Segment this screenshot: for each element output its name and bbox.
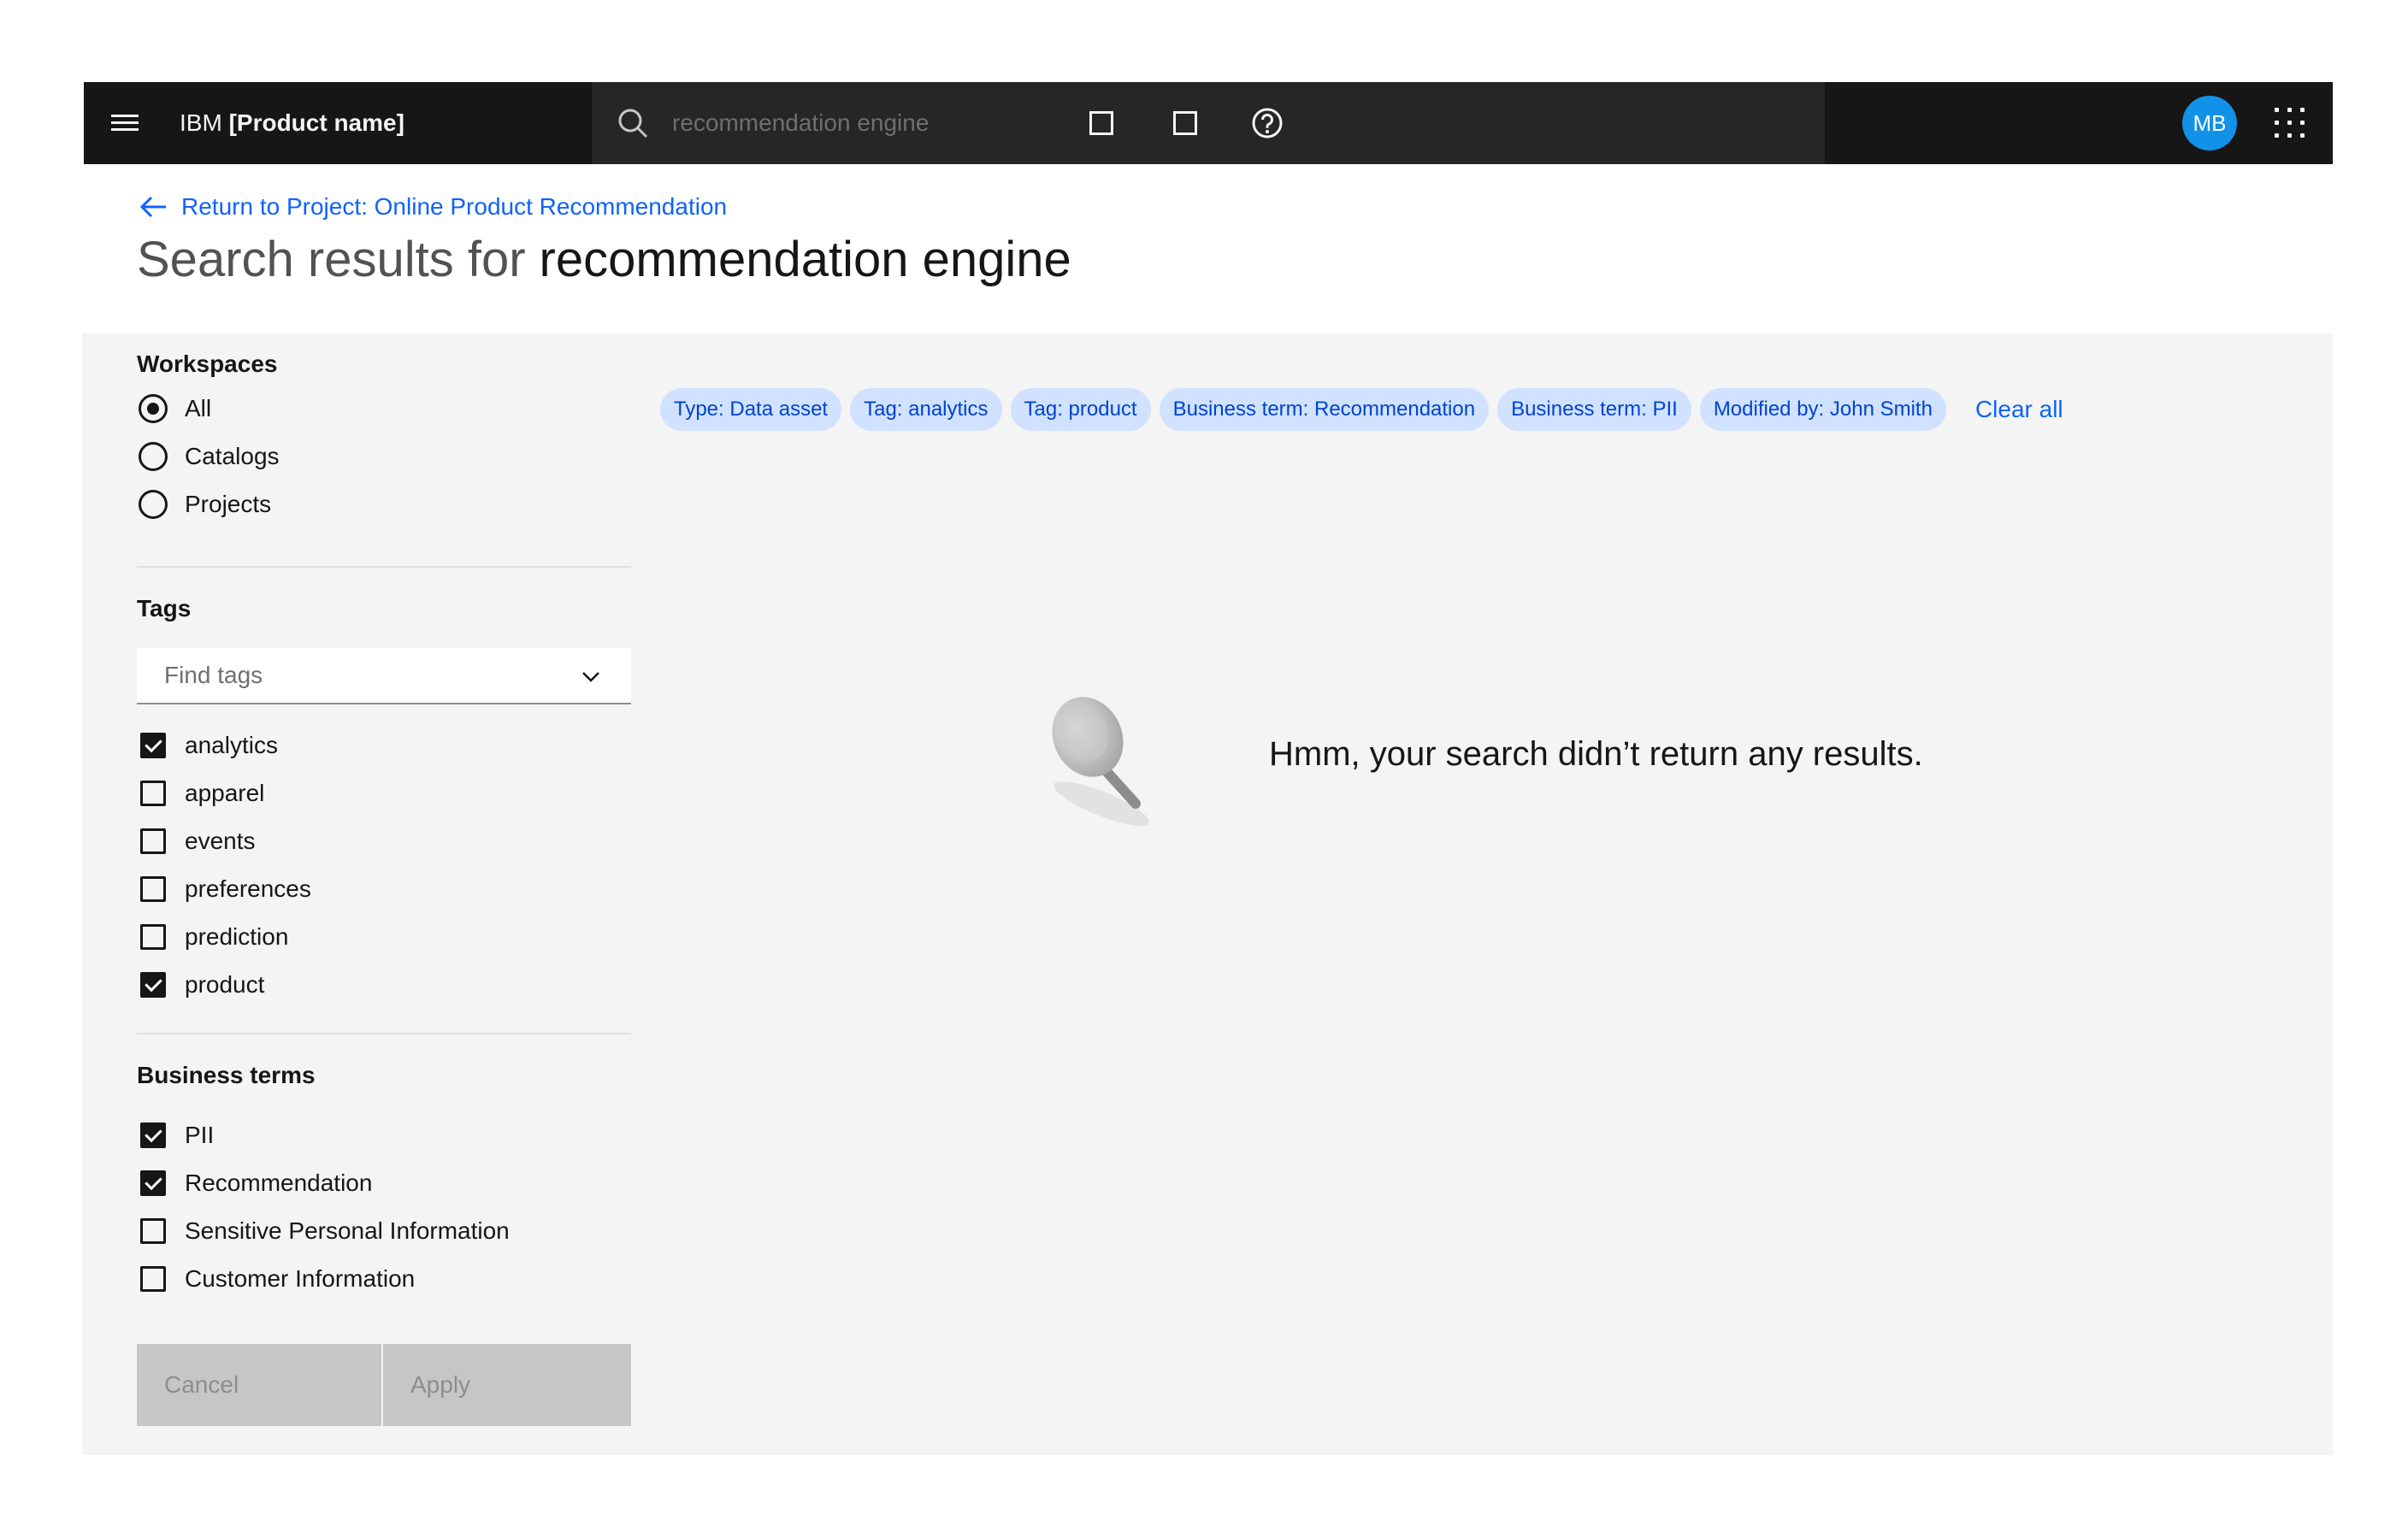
term-option-recommendation[interactable]: Recommendation: [139, 1166, 372, 1200]
active-filters: Type: Data asset Tag: analytics Tag: pro…: [660, 388, 2063, 431]
option-label: Projects: [185, 491, 272, 517]
checkbox[interactable]: [140, 1266, 166, 1292]
option-label: Sensitive Personal Information: [185, 1217, 510, 1244]
filter-chip[interactable]: Tag: product: [1010, 388, 1151, 431]
checkbox[interactable]: [140, 781, 166, 806]
empty-state-message: Hmm, your search didn’t return any resul…: [1269, 735, 1923, 773]
search-icon[interactable]: [616, 106, 650, 140]
filter-chip[interactable]: Modified by: John Smith: [1699, 388, 1946, 431]
radio-button[interactable]: [139, 490, 168, 519]
section-divider: [137, 566, 631, 568]
tag-option-apparel[interactable]: apparel: [139, 776, 264, 810]
checkbox[interactable]: [140, 828, 166, 854]
checkbox[interactable]: [140, 876, 166, 902]
square-icon: [1173, 111, 1197, 135]
radio-button[interactable]: [139, 442, 168, 471]
workspace-option-catalogs[interactable]: Catalogs: [139, 439, 280, 474]
checkbox[interactable]: [140, 1218, 166, 1244]
top-navigation-bar: IBM [Product name] recommendation engine…: [84, 82, 2333, 164]
term-option-sensitive-personal-information[interactable]: Sensitive Personal Information: [139, 1214, 510, 1248]
app-switcher-icon[interactable]: [2275, 108, 2305, 138]
user-avatar[interactable]: MB: [2182, 96, 2237, 150]
help-button[interactable]: [1247, 103, 1288, 144]
square-icon: [1089, 111, 1113, 135]
filter-chip[interactable]: Business term: Recommendation: [1159, 388, 1490, 431]
back-to-project-link[interactable]: Return to Project: Online Product Recomm…: [139, 190, 727, 224]
workspace-option-all[interactable]: All: [139, 392, 211, 426]
tag-option-events[interactable]: events: [139, 824, 256, 858]
back-link-label: Return to Project: Online Product Recomm…: [181, 193, 728, 220]
tags-heading: Tags: [137, 595, 192, 622]
brand-prefix: IBM: [180, 109, 222, 136]
option-label: preferences: [185, 875, 311, 902]
apply-button[interactable]: Apply: [383, 1344, 631, 1426]
filter-chip[interactable]: Business term: PII: [1497, 388, 1691, 431]
checkbox[interactable]: [140, 733, 166, 758]
arrow-left-icon: [139, 196, 166, 218]
tag-option-analytics[interactable]: analytics: [139, 728, 278, 763]
app-icon-1[interactable]: [1081, 103, 1122, 144]
find-tags-placeholder: Find tags: [164, 662, 263, 688]
checkbox[interactable]: [140, 972, 166, 998]
option-label: analytics: [185, 732, 278, 758]
business-terms-heading: Business terms: [137, 1062, 316, 1088]
option-label: Catalogs: [185, 443, 280, 469]
term-option-pii[interactable]: PII: [139, 1118, 214, 1152]
option-label: product: [185, 971, 265, 998]
workspace-option-projects[interactable]: Projects: [139, 487, 271, 521]
checkbox[interactable]: [140, 1170, 166, 1196]
option-label: All: [185, 395, 212, 421]
option-label: events: [185, 828, 256, 854]
filter-chip[interactable]: Tag: analytics: [850, 388, 1002, 431]
find-tags-dropdown[interactable]: Find tags: [137, 648, 631, 704]
search-results-panel: Workspaces All Catalogs Projects Tags Fi…: [82, 333, 2333, 1455]
page-title: Search results for recommendation engine: [137, 231, 1071, 288]
workspaces-heading: Workspaces: [137, 351, 278, 377]
title-prefix: Search results for: [137, 232, 526, 287]
term-option-customer-information[interactable]: Customer Information: [139, 1262, 415, 1296]
checkbox[interactable]: [140, 1122, 166, 1148]
title-query: recommendation engine: [539, 232, 1071, 287]
tag-option-product[interactable]: product: [139, 968, 264, 1002]
app-icon-2[interactable]: [1165, 103, 1206, 144]
filter-chip[interactable]: Type: Data asset: [660, 388, 842, 431]
menu-icon[interactable]: [109, 108, 140, 138]
help-icon: [1252, 108, 1283, 138]
checkbox[interactable]: [140, 924, 166, 950]
product-brand[interactable]: IBM [Product name]: [180, 82, 404, 164]
option-label: Customer Information: [185, 1265, 416, 1292]
tag-option-prediction[interactable]: prediction: [139, 920, 288, 954]
magnifier-icon: [1052, 697, 1149, 826]
section-divider: [137, 1033, 631, 1034]
brand-name: [Product name]: [228, 109, 404, 136]
option-label: Recommendation: [185, 1170, 373, 1196]
search-input[interactable]: recommendation engine: [672, 82, 929, 164]
option-label: prediction: [185, 923, 289, 950]
chevron-down-icon: [582, 672, 599, 682]
global-search[interactable]: recommendation engine: [592, 82, 1825, 164]
tag-option-preferences[interactable]: preferences: [139, 872, 311, 906]
option-label: PII: [185, 1122, 215, 1148]
option-label: apparel: [185, 780, 265, 806]
clear-all-link[interactable]: Clear all: [1975, 396, 2063, 423]
cancel-button[interactable]: Cancel: [137, 1344, 381, 1426]
radio-button[interactable]: [139, 394, 168, 423]
